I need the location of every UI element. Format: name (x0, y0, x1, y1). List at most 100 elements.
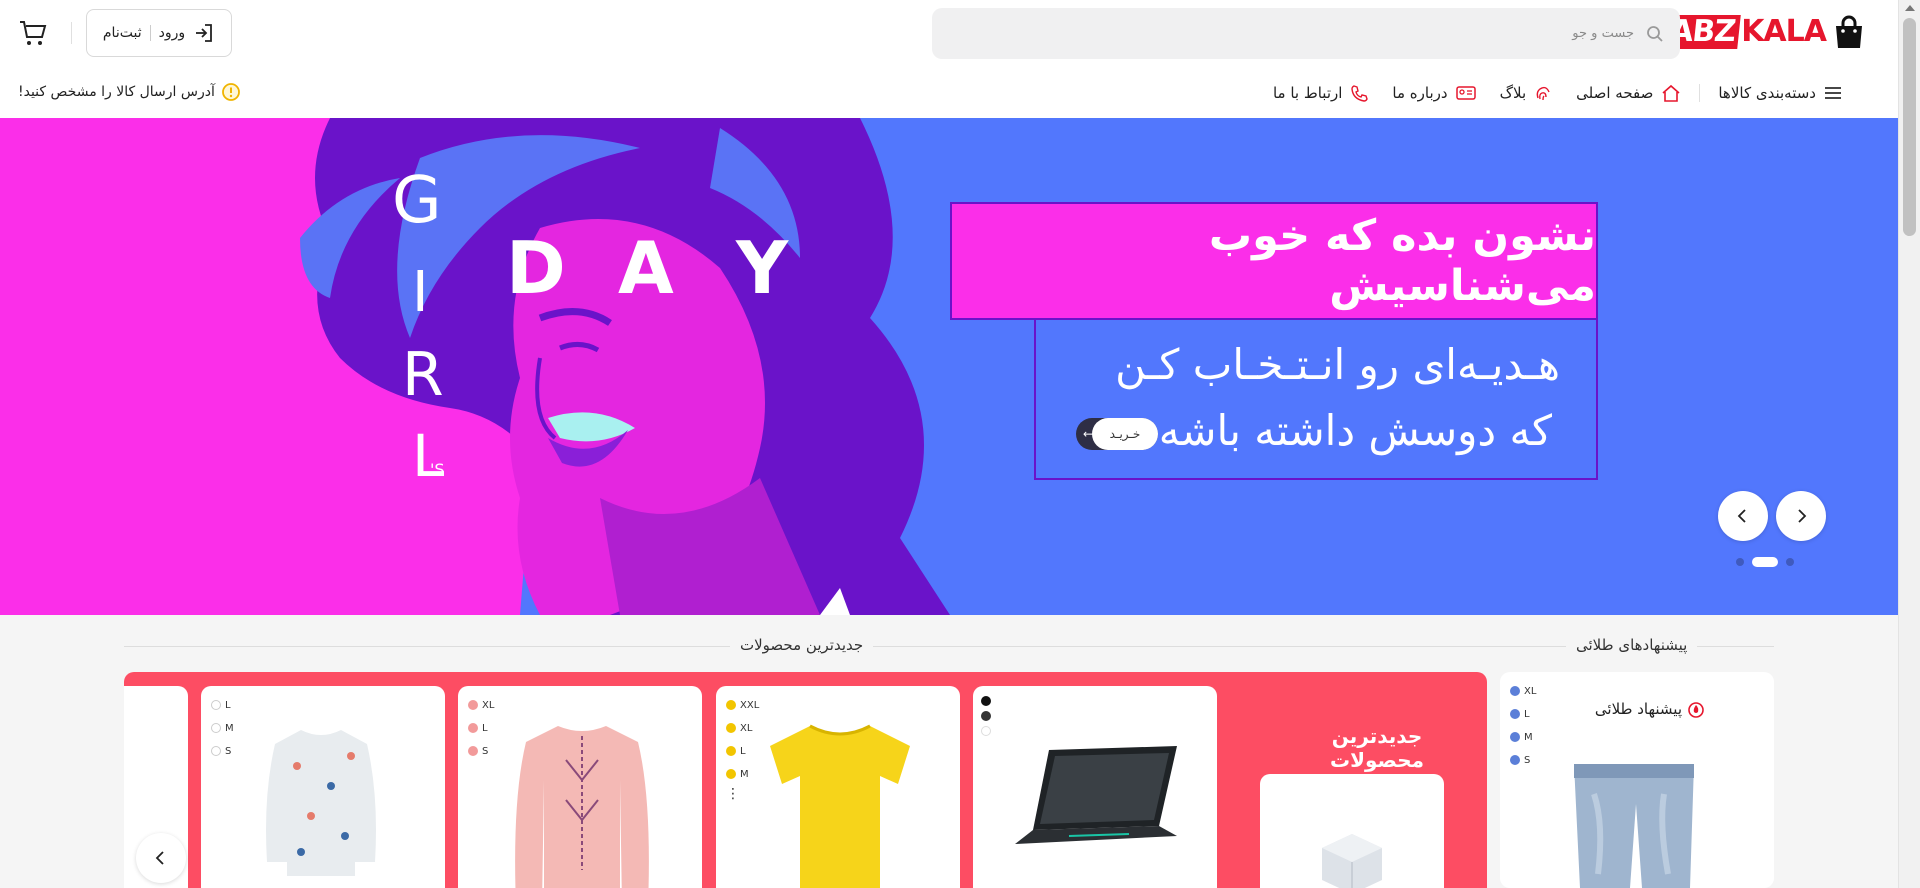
chevron-left-icon (1737, 509, 1746, 523)
promo-headline-box: نشون بده که خوب می‌شناسیش (950, 202, 1598, 320)
carousel-next-button[interactable] (136, 833, 186, 883)
chevron-right-icon (1798, 509, 1807, 523)
nav-label: بلاگ (1499, 84, 1527, 102)
banner-illustration (0, 118, 950, 615)
search-input[interactable] (1034, 26, 1634, 41)
color-list (981, 696, 991, 736)
address-notice[interactable]: آدرس ارسال کالا را مشخص کنید! (18, 82, 241, 102)
header-divider (71, 22, 72, 44)
slider-next-button[interactable] (1776, 491, 1826, 541)
size-option[interactable]: L (1510, 707, 1536, 721)
register-label: ثبت‌نام (102, 25, 142, 41)
size-option[interactable]: L (468, 721, 494, 735)
promo-headline: نشون بده که خوب می‌شناسیش (1208, 211, 1596, 311)
buy-button[interactable]: ← خـریـد (1076, 418, 1158, 450)
nav-bar: دسته‌بندی کالاها صفحه اصلی بلاگ درباره م… (0, 68, 1898, 118)
chevron-left-icon (155, 851, 164, 865)
slider-dot[interactable] (1736, 558, 1744, 566)
menu-icon (1825, 87, 1841, 99)
newest-panel-image (1260, 774, 1444, 888)
search-icon[interactable] (1644, 23, 1666, 45)
address-text: آدرس ارسال کالا را مشخص کنید! (18, 84, 215, 100)
slider-dots (1736, 557, 1794, 567)
girls-apostrophe: 'S (430, 460, 445, 479)
promo-subtext-box: هـدیـه‌ای رو انـتـخـاب کـن که دوسش داشته… (1034, 320, 1598, 480)
phone-icon (1351, 85, 1369, 102)
promo-line-2: که دوسش داشته باشه (1158, 406, 1552, 455)
size-list: XL L M S (1510, 684, 1536, 767)
product-image (515, 726, 649, 888)
golden-offer-card[interactable]: XL L M S پیشنهاد طلائی (1500, 672, 1774, 888)
login-register-button[interactable]: ورود ثبت‌نام (86, 9, 232, 57)
nav-item-home[interactable]: صفحه اصلی (1564, 84, 1693, 102)
product-card[interactable]: XXL XL L M ⋮ (716, 686, 960, 888)
product-image (266, 730, 376, 876)
product-card[interactable] (973, 686, 1217, 888)
buy-label: خـریـد (1092, 418, 1158, 450)
cart-icon[interactable] (18, 18, 48, 48)
nav-label: دسته‌بندی کالاها (1718, 84, 1816, 102)
day-letter-y: Y (736, 226, 789, 310)
size-option[interactable]: S (468, 744, 494, 758)
nav-label: درباره ما (1392, 84, 1448, 102)
product-card[interactable]: L M S (201, 686, 445, 888)
nav-label: صفحه اصلی (1576, 84, 1654, 102)
warning-icon (221, 83, 240, 101)
day-letter-a: A (618, 226, 674, 310)
golden-offers-title: پیشنهادهای طلائی (1566, 636, 1698, 654)
promo-line-1: هـدیـه‌ای رو انـتـخـاب کـن (1115, 340, 1560, 389)
size-list: XL L S (468, 698, 494, 758)
nav-item-contact[interactable]: ارتباط با ما (1261, 84, 1380, 102)
size-option[interactable]: S (1510, 753, 1536, 767)
login-label: ورود (158, 25, 186, 41)
color-swatch[interactable] (981, 726, 991, 736)
size-option[interactable]: M (726, 767, 759, 781)
slider-dot-active[interactable] (1752, 557, 1778, 567)
newest-panel-heading: جدیدترین محصولات (1329, 724, 1425, 772)
nav-label: ارتباط با ما (1272, 84, 1343, 102)
product-card[interactable]: XL L S (458, 686, 702, 888)
size-option[interactable]: XXL (726, 698, 759, 712)
color-swatch[interactable] (981, 696, 991, 706)
day-letter-d: D (506, 226, 566, 310)
slider-prev-button[interactable] (1718, 491, 1768, 541)
size-option[interactable]: L (211, 698, 234, 712)
product-image (770, 724, 910, 888)
newest-products-title: جدیدترین محصولات (730, 636, 874, 654)
scrollbar-thumb[interactable] (1903, 18, 1916, 236)
color-swatch[interactable] (981, 711, 991, 721)
hero-banner[interactable]: G I R L 'S D A Y نشون بده که خوب می‌شناس… (0, 118, 1898, 615)
page-scrollbar[interactable] (1898, 0, 1920, 888)
girls-letter-i: I (412, 260, 429, 325)
size-option[interactable]: M (211, 721, 234, 735)
search-bar[interactable] (932, 8, 1680, 59)
size-option[interactable]: M (1510, 730, 1536, 744)
scroll-up-arrow[interactable] (1905, 5, 1915, 11)
product-image (1574, 764, 1694, 888)
id-card-icon (1455, 86, 1476, 100)
main-nav: دسته‌بندی کالاها صفحه اصلی بلاگ درباره م… (1261, 68, 1854, 118)
newest-products-carousel: جدیدترین محصولات XXL XL L M ⋮ XL L S L M… (124, 672, 1487, 888)
login-icon (196, 24, 213, 42)
size-option[interactable]: XL (1510, 684, 1536, 698)
fingerprint-icon (1536, 86, 1550, 101)
girls-letter-l: L (412, 422, 445, 490)
size-option[interactable]: L (726, 744, 759, 758)
girls-letter-r: R (402, 340, 444, 410)
shopping-bag-icon (1832, 14, 1866, 50)
size-list: L M S (211, 698, 234, 758)
size-option[interactable]: S (211, 744, 234, 758)
size-list: XXL XL L M (726, 698, 759, 781)
box-icon (1322, 834, 1382, 888)
more-options-icon[interactable]: ⋮ (726, 786, 740, 802)
home-icon (1662, 84, 1680, 102)
girls-letter-g: G (392, 164, 442, 238)
nav-item-blog[interactable]: بلاگ (1488, 84, 1565, 102)
size-option[interactable]: XL (726, 721, 759, 735)
size-option[interactable]: XL (468, 698, 494, 712)
header: NABZ KALA ورود ثبت‌نام (0, 0, 1898, 68)
nav-item-about[interactable]: درباره ما (1380, 84, 1487, 102)
nav-item-categories[interactable]: دسته‌بندی کالاها (1699, 84, 1854, 102)
golden-card-heading: پیشنهاد طلائی (1595, 700, 1704, 718)
slider-dot[interactable] (1786, 558, 1794, 566)
